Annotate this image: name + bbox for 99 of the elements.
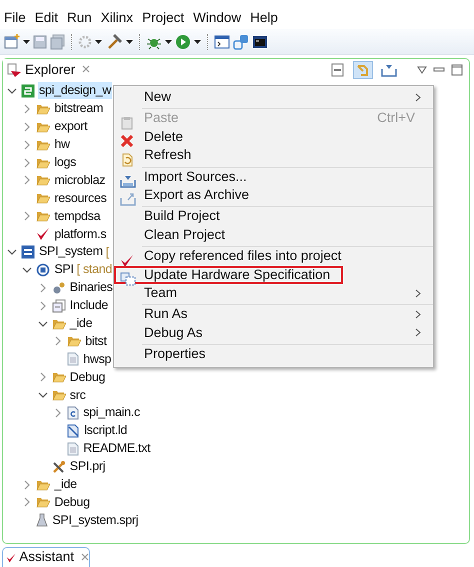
export-icon: [120, 192, 136, 206]
link-editor-icon: [355, 63, 371, 77]
save-all-icon[interactable]: [50, 34, 65, 50]
tree-item[interactable]: Debug: [68, 368, 106, 386]
tree-item[interactable]: platform.s: [53, 226, 108, 243]
folder-icon: [52, 371, 66, 384]
tree-item[interactable]: SPI: [53, 261, 75, 278]
folder-icon: [36, 138, 50, 151]
binaries-icon: [52, 280, 66, 295]
maximize-icon[interactable]: [451, 64, 463, 76]
tree-item[interactable]: logs: [53, 154, 78, 171]
chip-icon: [36, 262, 50, 277]
menu-item[interactable]: Project: [142, 9, 184, 27]
menu-item[interactable]: New: [114, 88, 433, 106]
menu-item[interactable]: Build Project: [114, 207, 433, 226]
assistant-tab[interactable]: Assistant: [2, 547, 90, 567]
menu-item[interactable]: Debug As: [114, 324, 433, 342]
update-icon: [120, 272, 136, 286]
menu-item[interactable]: Export as Archive: [114, 186, 433, 204]
tree-item[interactable]: SPI_system: [38, 243, 104, 260]
menu-item[interactable]: Properties: [114, 345, 433, 364]
dropdown-caret-icon[interactable]: [194, 40, 201, 44]
tree-item[interactable]: microblaz: [53, 172, 106, 189]
tree-item[interactable]: Debug: [53, 494, 91, 511]
tree-item[interactable]: Include: [68, 297, 110, 314]
tree-item[interactable]: _ide: [53, 476, 78, 494]
dropdown-caret-icon[interactable]: [95, 40, 102, 44]
menu-item[interactable]: Copy referenced files into project: [114, 247, 433, 266]
new-icon[interactable]: [4, 34, 20, 50]
tree-item[interactable]: bitstream: [53, 100, 104, 118]
menu-item[interactable]: Edit: [34, 9, 58, 27]
tools-icon: [52, 460, 66, 474]
delete-icon: [120, 134, 134, 148]
menu-item[interactable]: Window: [193, 9, 242, 27]
file-icon: [67, 442, 80, 456]
close-icon[interactable]: [81, 552, 89, 561]
tree-item[interactable]: hw: [53, 136, 71, 154]
flask-icon: [36, 513, 48, 528]
folder-icon: [36, 102, 50, 115]
console-icon[interactable]: [252, 34, 268, 50]
menu-item[interactable]: Delete: [114, 128, 433, 146]
tree-item[interactable]: hwsp: [82, 350, 112, 368]
project-icon: [21, 84, 35, 98]
tree-item[interactable]: bitst: [84, 332, 108, 350]
folder-icon: [36, 192, 50, 204]
check-icon: [36, 227, 50, 242]
includes-icon: [52, 298, 66, 313]
system-icon: [21, 244, 35, 259]
import-icon: [381, 63, 397, 77]
tree-item[interactable]: Binaries: [68, 279, 114, 296]
import-icon: [120, 174, 136, 188]
menu-item[interactable]: File: [4, 9, 26, 27]
folder-icon: [36, 210, 50, 222]
refresh-icon: [120, 152, 134, 167]
menu-item[interactable]: Import Sources...: [114, 168, 433, 186]
shortcut-label: Ctrl+V: [377, 109, 416, 128]
menu-item[interactable]: Clean Project: [114, 226, 433, 244]
dropdown-caret-icon[interactable]: [165, 40, 172, 44]
tree-item[interactable]: lscript.ld: [83, 422, 128, 440]
decoration-label: [ stand: [76, 261, 112, 278]
clipboard-icon: [120, 116, 134, 130]
tree-item[interactable]: tempdsa: [53, 208, 102, 225]
folder-icon: [67, 335, 82, 348]
folder-icon: [36, 120, 50, 133]
view-menu-icon[interactable]: [417, 66, 427, 74]
tree-item[interactable]: SPI_system.sprj: [51, 512, 140, 529]
menu-item[interactable]: Refresh: [114, 146, 433, 165]
folder-icon: [52, 389, 66, 402]
menu-item[interactable]: Run As: [114, 305, 433, 324]
decoration-label: [: [106, 244, 109, 261]
dropdown-caret-icon[interactable]: [23, 40, 30, 44]
run-icon[interactable]: [175, 34, 191, 50]
tree-item[interactable]: src: [68, 386, 87, 404]
tree-item[interactable]: README.txt: [82, 440, 152, 458]
menu-item[interactable]: Update Hardware Specification: [114, 266, 343, 284]
collapse-all-icon: [331, 63, 345, 77]
terminal-icon[interactable]: [214, 34, 230, 50]
tree-item[interactable]: export: [53, 118, 88, 136]
c-file-icon: [67, 406, 80, 420]
explorer-icon: [7, 62, 22, 78]
linker-file-icon: [67, 424, 80, 438]
folder-icon: [36, 478, 50, 491]
menu-item[interactable]: Run: [67, 9, 92, 27]
tree-item[interactable]: SPI.prj: [68, 458, 106, 476]
folder-icon: [36, 156, 50, 168]
menu-item[interactable]: Team: [114, 284, 433, 302]
tree-item[interactable]: resources: [53, 190, 108, 207]
folder-icon: [52, 318, 66, 330]
menu-item[interactable]: Xilinx: [100, 9, 134, 27]
folder-icon: [36, 174, 50, 186]
check-icon: [120, 254, 134, 268]
menu-item[interactable]: Help: [250, 9, 278, 27]
tree-item[interactable]: _ide: [68, 315, 94, 332]
dropdown-caret-icon[interactable]: [126, 40, 133, 44]
file-icon: [67, 352, 80, 366]
close-icon[interactable]: [82, 65, 90, 74]
tree-item[interactable]: spi_design_w: [38, 82, 112, 100]
tree-item[interactable]: spi_main.c: [82, 404, 141, 422]
folder-icon: [36, 496, 50, 508]
